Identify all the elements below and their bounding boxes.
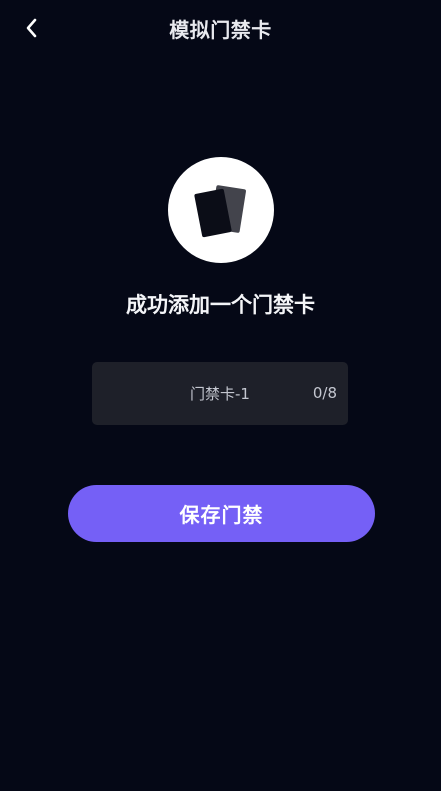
card-name-field[interactable]: 0/8 [92,362,348,425]
save-button[interactable]: 保存门禁 [68,485,375,542]
cards-icon [194,185,246,238]
card-icon-circle [168,157,274,263]
success-message: 成功添加一个门禁卡 [126,293,315,317]
nav-bar: 模拟门禁卡 [0,0,441,56]
page-title: 模拟门禁卡 [169,18,272,42]
char-counter: 0/8 [312,384,337,402]
card-name-input[interactable] [92,362,348,425]
